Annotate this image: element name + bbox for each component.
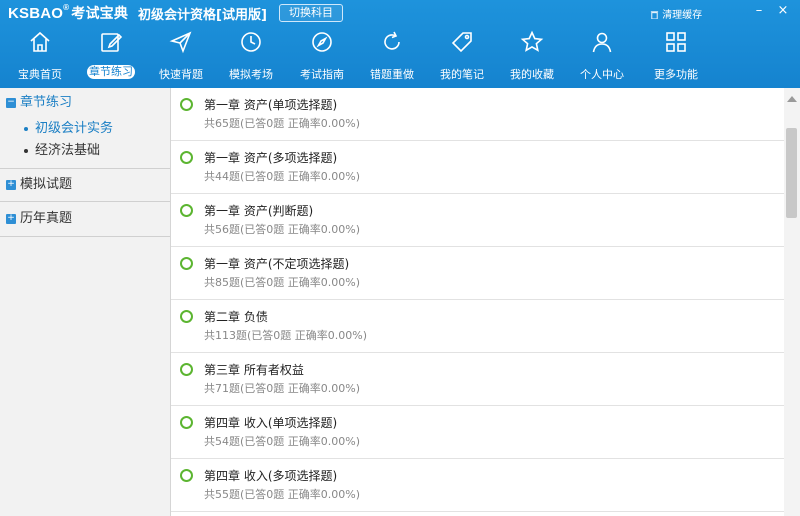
sidebar-item-economic-law[interactable]: 经济法基础	[0, 140, 170, 162]
nav-label: 快速背题	[159, 68, 203, 81]
sidebar-group-header[interactable]: + 历年真题	[0, 202, 170, 236]
sidebar-group-past-exams: + 历年真题	[0, 202, 170, 237]
scroll-thumb[interactable]	[786, 128, 797, 218]
title-bar: KSBAO® 考试宝典 初级会计资格[试用版] 切换科目 清理缓存 – ×	[0, 0, 800, 26]
chapter-title: 第二章 负债	[204, 310, 268, 324]
status-circle-icon	[180, 363, 193, 376]
nav-wrong-redo[interactable]: 错题重做	[357, 26, 427, 86]
nav-chapter-practice[interactable]: 章节练习	[76, 26, 146, 86]
logo-registered-mark: ®	[63, 3, 70, 12]
sidebar-group-label: 历年真题	[20, 211, 73, 226]
status-circle-icon	[180, 257, 193, 270]
status-circle-icon	[180, 151, 193, 164]
list-item[interactable]: 第三章 所有者权益共71题(已答0题 正确率0.00%)	[171, 353, 784, 406]
bullet-icon	[24, 126, 28, 131]
nav-label: 章节练习	[87, 65, 135, 79]
home-icon	[30, 31, 50, 52]
tag-icon	[451, 32, 472, 53]
list-item[interactable]: 第一章 资产(不定项选择题) 共85题(已答0题 正确率0.00%)	[171, 247, 784, 300]
chapter-stats: 共113题(已答0题 正确率0.00%)	[204, 329, 368, 342]
chapter-stats: 共71题(已答0题 正确率0.00%)	[204, 382, 361, 395]
status-circle-icon	[180, 469, 193, 482]
star-icon	[520, 30, 544, 52]
scroll-up-arrow-icon[interactable]	[787, 96, 797, 102]
chapter-stats: 共55题(已答0题 正确率0.00%)	[204, 488, 361, 501]
clock-icon	[241, 32, 261, 52]
grid-icon	[666, 32, 686, 52]
bullet-icon	[24, 148, 28, 153]
sidebar-group-chapter-practice: − 章节练习 初级会计实务 经济法基础	[0, 88, 170, 169]
chapter-stats: 共65题(已答0题 正确率0.00%)	[204, 117, 361, 130]
list-item[interactable]: 第二章 负债共113题(已答0题 正确率0.00%)	[171, 300, 784, 353]
sidebar-group-label: 章节练习	[20, 95, 73, 110]
switch-subject-button[interactable]: 切换科目	[279, 4, 343, 22]
logo-text: KSBAO	[8, 5, 64, 22]
nav-home[interactable]: 宝典首页	[5, 26, 75, 86]
chapter-title: 第一章 资产(判断题)	[204, 204, 314, 218]
expand-icon[interactable]: +	[6, 179, 16, 190]
sidebar-group-mock-tests: + 模拟试题	[0, 169, 170, 202]
chapter-stats: 共54题(已答0题 正确率0.00%)	[204, 435, 361, 448]
chapter-title: 第三章 所有者权益	[204, 363, 304, 377]
user-icon	[592, 32, 612, 53]
sidebar: − 章节练习 初级会计实务 经济法基础 + 模拟试题 + 历年真题	[0, 88, 171, 516]
edit-icon	[101, 33, 123, 52]
list-item[interactable]: 第四章 收入(单项选择题) 共54题(已答0题 正确率0.00%)	[171, 406, 784, 459]
expand-icon[interactable]: +	[6, 213, 16, 224]
send-icon	[169, 31, 192, 54]
list-item[interactable]: 第一章 资产(单项选择题) 共65题(已答0题 正确率0.00%)	[171, 88, 784, 141]
nav-label: 考试指南	[300, 68, 344, 81]
trash-icon	[650, 11, 659, 20]
nav-label: 模拟考场	[229, 68, 273, 81]
clear-cache-button[interactable]: 清理缓存	[650, 6, 702, 21]
status-circle-icon	[180, 310, 193, 323]
nav-more-features[interactable]: 更多功能	[641, 26, 711, 86]
chapter-title: 第一章 资产(多项选择题)	[204, 151, 338, 165]
clear-cache-label: 清理缓存	[662, 10, 703, 21]
vertical-scrollbar[interactable]	[784, 88, 800, 516]
list-item[interactable]: 第四章 收入(多项选择题) 共55题(已答0题 正确率0.00%)	[171, 459, 784, 512]
nav-label: 错题重做	[370, 68, 414, 81]
status-circle-icon	[180, 98, 193, 111]
collapse-icon[interactable]: −	[6, 97, 16, 108]
nav-label: 我的收藏	[510, 68, 554, 81]
chapter-title: 第一章 资产(不定项选择题)	[204, 257, 350, 271]
status-circle-icon	[180, 416, 193, 429]
minimize-button[interactable]: –	[748, 2, 770, 20]
chapter-stats: 共44题(已答0题 正确率0.00%)	[204, 170, 361, 183]
nav-label: 个人中心	[580, 68, 624, 81]
refresh-icon	[384, 31, 400, 50]
chapter-stats: 共85题(已答0题 正确率0.00%)	[204, 276, 361, 289]
chapter-stats: 共56题(已答0题 正确率0.00%)	[204, 223, 361, 236]
list-item[interactable]: 第一章 资产(多项选择题) 共44题(已答0题 正确率0.00%)	[171, 141, 784, 194]
nav-label: 更多功能	[654, 68, 698, 81]
nav-personal-center[interactable]: 个人中心	[567, 26, 637, 86]
status-circle-icon	[180, 204, 193, 217]
nav-label: 我的笔记	[440, 68, 484, 81]
nav-mock-exam[interactable]: 模拟考场	[216, 26, 286, 86]
nav-label: 宝典首页	[18, 68, 62, 81]
subject-title: 初级会计资格[试用版]	[138, 8, 267, 23]
nav-my-notes[interactable]: 我的笔记	[427, 26, 497, 86]
compass-icon	[312, 32, 332, 52]
list-item[interactable]: 第一章 资产(判断题) 共56题(已答0题 正确率0.00%)	[171, 194, 784, 247]
sidebar-group-label: 模拟试题	[20, 177, 73, 192]
sidebar-item-label: 经济法基础	[35, 143, 101, 158]
sidebar-group-header[interactable]: − 章节练习	[0, 88, 170, 118]
app-logo: KSBAO® 考试宝典	[8, 3, 128, 23]
chapter-list: 第一章 资产(单项选择题) 共65题(已答0题 正确率0.00%) 第一章 资产(…	[171, 88, 784, 516]
chapter-title: 第四章 收入(单项选择题)	[204, 416, 338, 430]
chapter-title: 第一章 资产(单项选择题)	[204, 98, 338, 112]
nav-my-favorites[interactable]: 我的收藏	[497, 26, 567, 86]
sidebar-group-header[interactable]: + 模拟试题	[0, 169, 170, 201]
sidebar-item-label: 初级会计实务	[35, 121, 114, 136]
app-header: KSBAO® 考试宝典 初级会计资格[试用版] 切换科目 清理缓存 – × 宝典首…	[0, 0, 800, 88]
nav-exam-guide[interactable]: 考试指南	[287, 26, 357, 86]
sidebar-item-junior-accounting[interactable]: 初级会计实务	[0, 118, 170, 140]
logo-cn-text: 考试宝典	[71, 5, 129, 21]
nav-quick-review[interactable]: 快速背题	[146, 26, 216, 86]
close-button[interactable]: ×	[772, 2, 794, 20]
main-nav: 宝典首页 章节练习 快速背题 模拟考场 考试指南 错题重做 我的笔记 我的收藏	[0, 26, 800, 88]
chapter-title: 第四章 收入(多项选择题)	[204, 469, 338, 483]
